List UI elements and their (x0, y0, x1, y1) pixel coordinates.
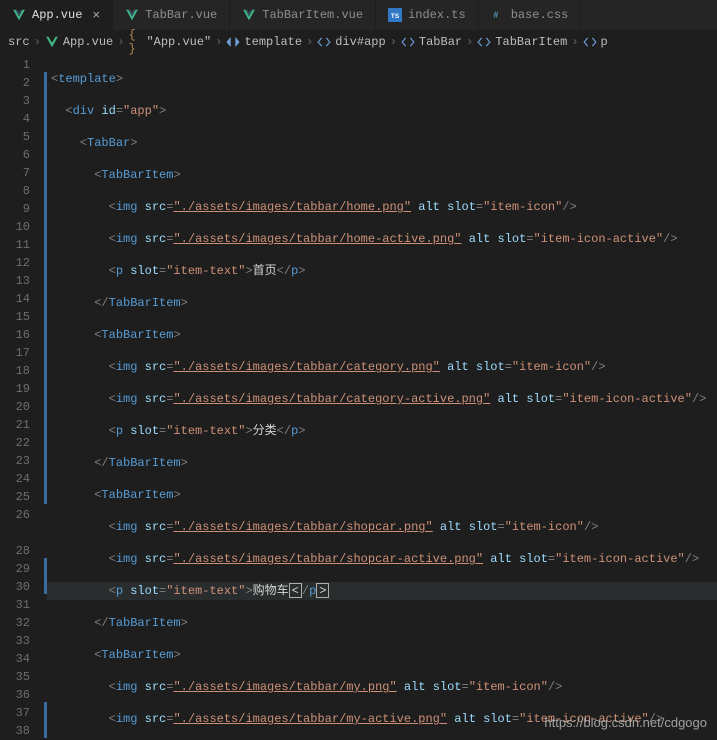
tag-icon (401, 35, 415, 49)
editor-tabs: App.vue × TabBar.vue TabBarItem.vue TS i… (0, 0, 717, 30)
css-icon: # (491, 8, 505, 22)
crumb-tabbar[interactable]: TabBar (401, 35, 462, 49)
crumb-p[interactable]: p (583, 35, 608, 49)
code-editor[interactable]: 1234567891011121314151617181920212223242… (0, 54, 717, 738)
braces-icon: { } (128, 35, 142, 49)
svg-text:TS: TS (391, 13, 400, 20)
tab-label: TabBar.vue (145, 8, 217, 22)
svg-text:#: # (493, 10, 498, 20)
tag-icon (226, 35, 240, 49)
ts-icon: TS (388, 8, 402, 22)
vue-icon (242, 8, 256, 22)
text-cursor: > (316, 583, 329, 598)
crumb-div-app[interactable]: div#app (317, 35, 385, 49)
crumb-template[interactable]: template (226, 35, 302, 49)
crumb-src[interactable]: src (8, 35, 30, 49)
line-gutter: 1234567891011121314151617181920212223242… (0, 54, 44, 738)
chevron-right-icon: › (34, 35, 41, 49)
tab-tabbaritem-vue[interactable]: TabBarItem.vue (230, 0, 376, 30)
text-cursor: < (289, 583, 302, 598)
chevron-right-icon: › (466, 35, 473, 49)
chevron-right-icon: › (571, 35, 578, 49)
tag-icon (477, 35, 491, 49)
tab-index-ts[interactable]: TS index.ts (376, 0, 479, 30)
tab-tabbar-vue[interactable]: TabBar.vue (113, 0, 230, 30)
vue-icon (45, 35, 59, 49)
crumb-app-vue[interactable]: App.vue (45, 35, 113, 49)
code-content[interactable]: <template> <div id="app"> <TabBar> <TabB… (47, 54, 717, 738)
watermark: https://blog.csdn.net/cdgogo (544, 715, 707, 730)
tab-label: TabBarItem.vue (262, 8, 363, 22)
chevron-right-icon: › (390, 35, 397, 49)
tab-label: App.vue (32, 8, 82, 22)
tab-app-vue[interactable]: App.vue × (0, 0, 113, 30)
crumb-braces[interactable]: { } "App.vue" (128, 35, 211, 49)
crumb-tabbaritem[interactable]: TabBarItem (477, 35, 567, 49)
tag-icon (317, 35, 331, 49)
tag-icon (583, 35, 597, 49)
chevron-right-icon: › (306, 35, 313, 49)
chevron-right-icon: › (117, 35, 124, 49)
vue-icon (125, 8, 139, 22)
breadcrumb: src › App.vue › { } "App.vue" › template… (0, 30, 717, 54)
close-icon[interactable]: × (92, 8, 100, 23)
tab-base-css[interactable]: # base.css (479, 0, 582, 30)
tab-label: base.css (511, 8, 569, 22)
vue-icon (12, 8, 26, 22)
chevron-right-icon: › (215, 35, 222, 49)
tab-label: index.ts (408, 8, 466, 22)
